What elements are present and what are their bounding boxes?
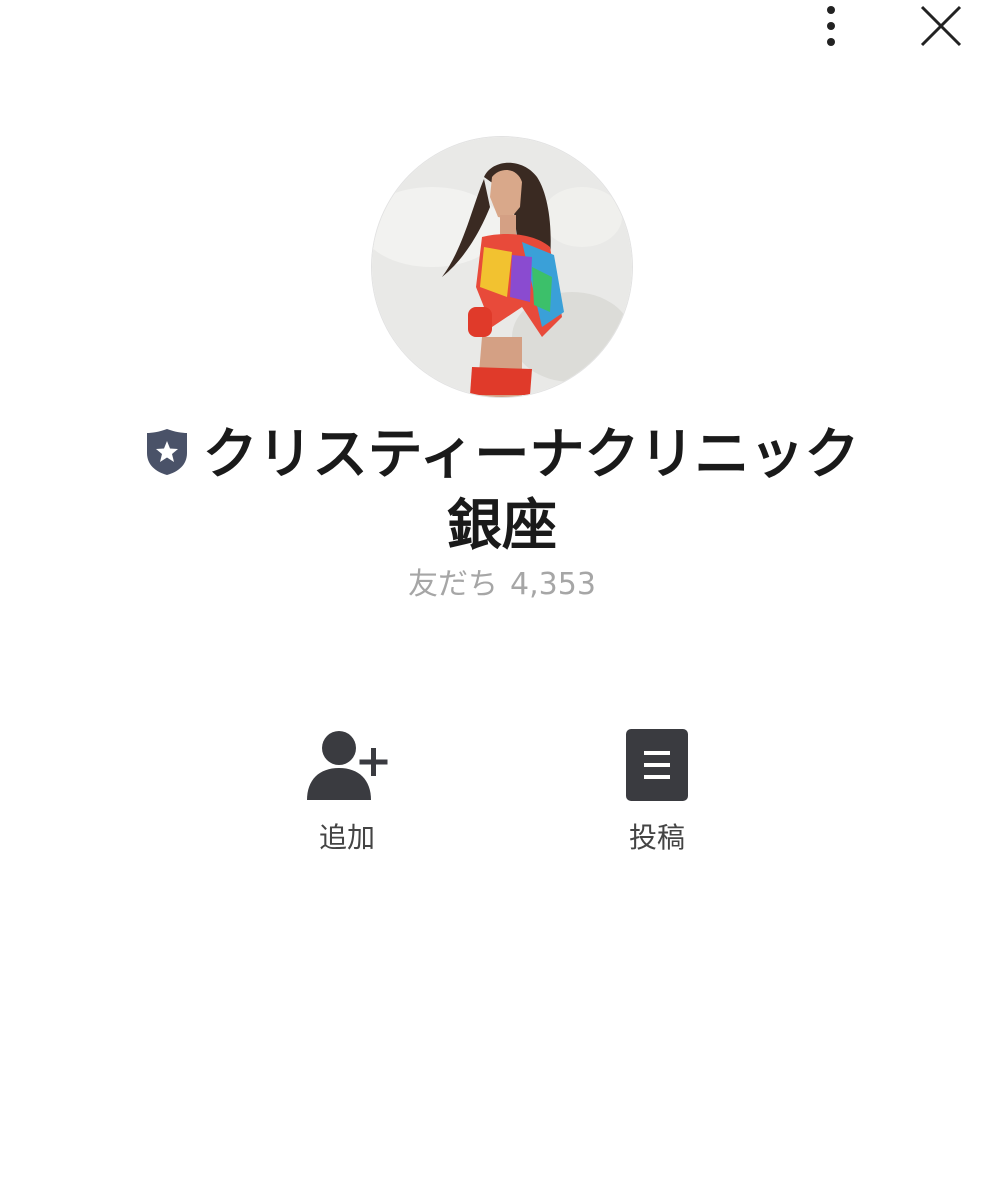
close-button[interactable]	[906, 0, 976, 56]
profile-name-block: クリスティーナクリニック 銀座	[0, 418, 1004, 560]
add-friend-label: 追加	[318, 821, 375, 854]
friends-label: 友だち	[408, 567, 499, 602]
add-friend-icon	[302, 722, 392, 808]
profile-name: クリスティーナクリニック	[202, 422, 860, 486]
verified-shield-star-icon	[145, 427, 189, 481]
post-button[interactable]: 投稿	[577, 722, 737, 856]
vertical-ellipsis-icon	[825, 4, 837, 52]
profile-avatar[interactable]	[372, 137, 632, 397]
profile-name-line: クリスティーナクリニック	[145, 418, 860, 490]
friends-number: 4,353	[510, 567, 596, 602]
post-document-icon	[612, 722, 702, 808]
more-options-button[interactable]	[796, 0, 866, 56]
profile-photo	[372, 137, 632, 397]
add-friend-button[interactable]: 追加	[267, 722, 427, 856]
post-label: 投稿	[628, 821, 685, 854]
close-icon	[919, 4, 963, 52]
profile-name-line2: 銀座	[446, 493, 557, 557]
friends-count: 友だち 4,353	[0, 564, 1004, 606]
